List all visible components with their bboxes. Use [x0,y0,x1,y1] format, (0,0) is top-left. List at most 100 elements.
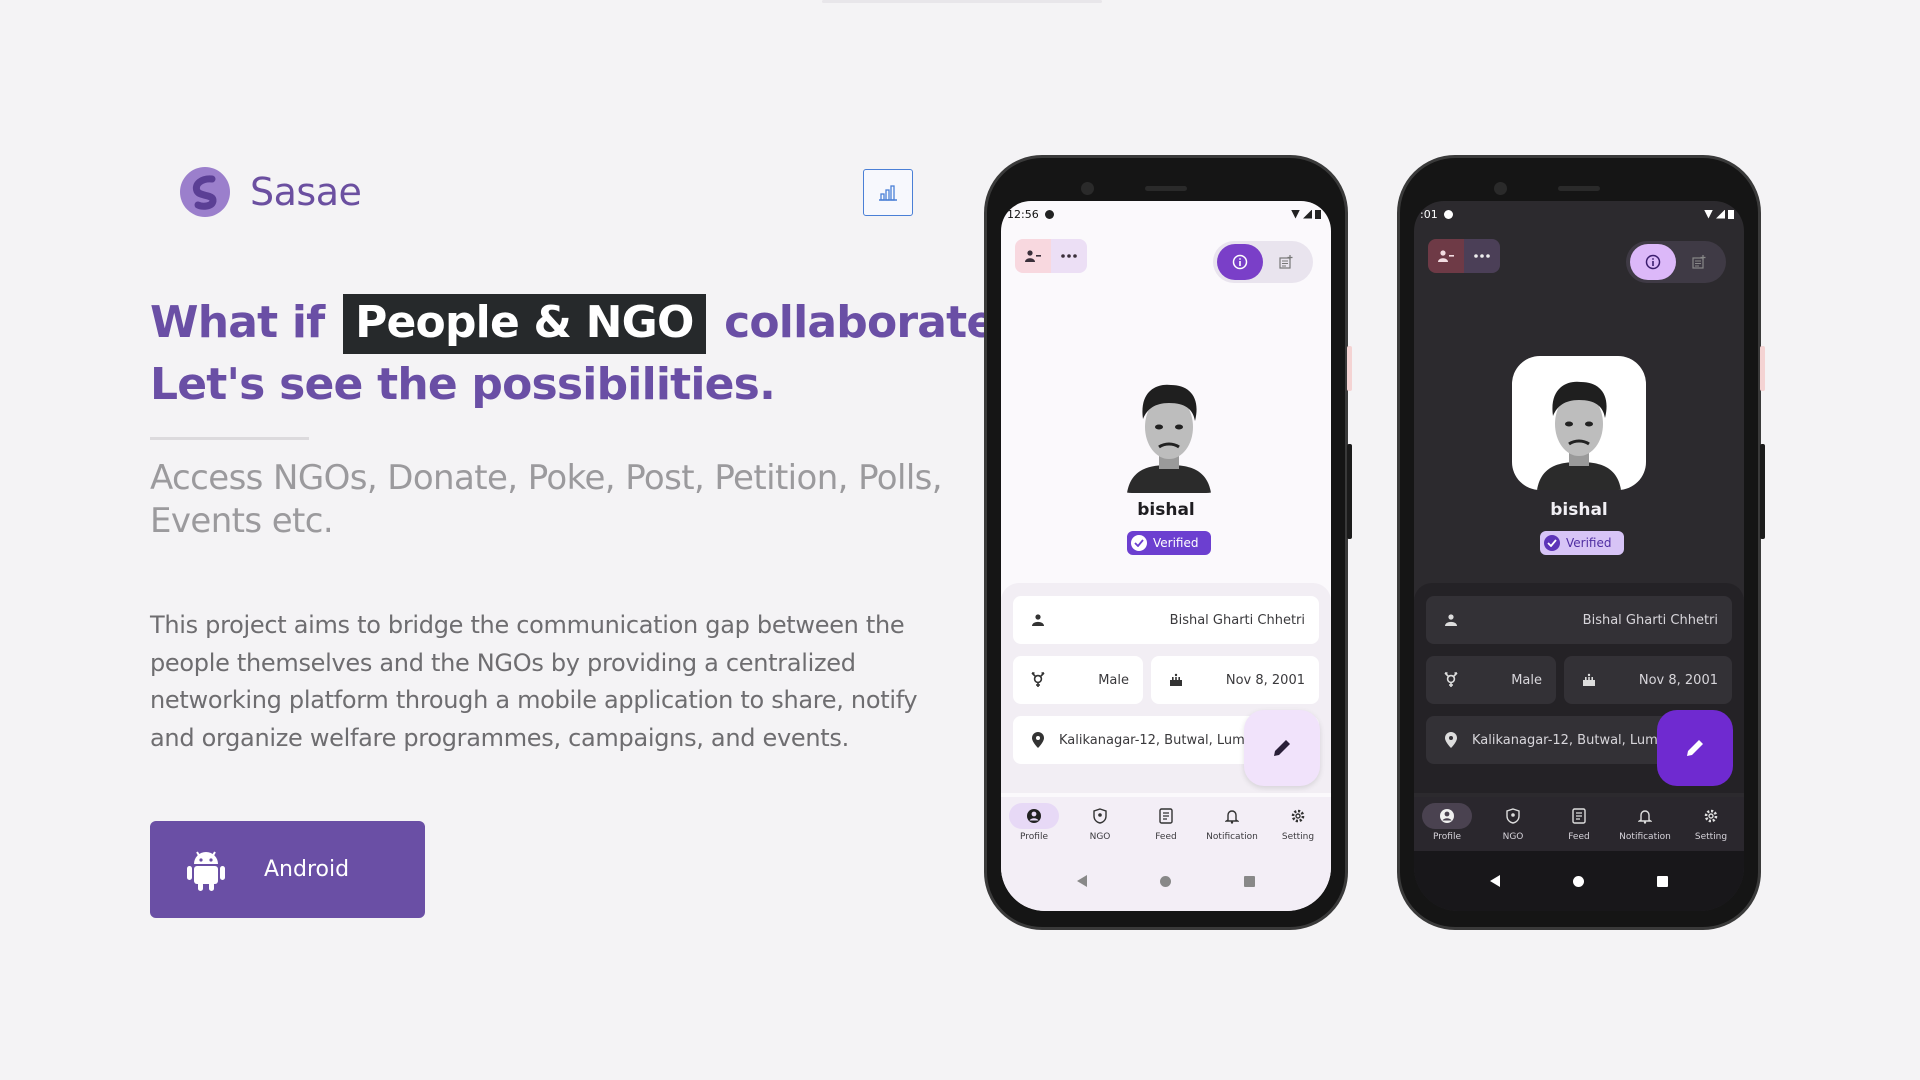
tagline: Access NGOs, Donate, Poke, Post, Petitio… [150,458,943,541]
phone-side-button [1760,444,1765,539]
battery-icon [1315,209,1321,219]
avatar[interactable] [1512,356,1646,490]
bar-chart-icon [879,184,897,201]
phone-mockup-dark: :01 bishal Verified Bishal Gharti Chhetr… [1397,155,1765,930]
verified-label: Verified [1153,536,1199,550]
profile-photo [1127,384,1211,493]
home-icon[interactable] [1159,875,1171,887]
nav-tab-ngo[interactable]: NGO [1480,797,1546,851]
gear-icon [1704,809,1718,823]
gender-card: Male [1426,656,1556,704]
nav-tab-feed[interactable]: Feed [1133,797,1199,851]
phone-side-button [1347,444,1352,539]
cake-icon [1167,671,1185,689]
address: Kalikanagar-12, Butwal, Lumb [1059,732,1254,748]
cake-icon [1580,671,1598,689]
edit-profile-button[interactable] [1657,710,1733,786]
system-navigation-bar [1414,851,1744,911]
full-name: Bishal Gharti Chhetri [1582,612,1718,628]
post-add-icon[interactable] [1263,255,1309,269]
profile-mode-toggle[interactable] [1015,239,1087,273]
full-name-card: Bishal Gharti Chhetri [1426,596,1732,644]
view-toggle[interactable] [1626,241,1726,283]
nav-label: Setting [1694,832,1728,842]
person-icon [1442,611,1460,629]
phone-side-button [1760,346,1765,391]
recent-apps-icon[interactable] [1243,875,1255,887]
profile-photo [1537,381,1621,490]
bottom-navigation: Profile NGO Feed Notification Setting [1001,797,1331,851]
phone-side-button [1347,346,1352,391]
bell-icon [1638,810,1652,824]
gender: Male [1511,672,1542,688]
nav-tab-ngo[interactable]: NGO [1067,797,1133,851]
nav-label: NGO [1089,832,1111,842]
more-horiz-icon[interactable] [1051,239,1087,273]
article-icon [1572,808,1586,824]
person-remove-icon[interactable] [1428,239,1464,273]
wifi-icon [1704,209,1713,219]
status-time: :01 [1420,207,1438,221]
nav-tab-profile[interactable]: Profile [1001,797,1067,851]
article-icon [1159,808,1173,824]
nav-tab-feed[interactable]: Feed [1546,797,1612,851]
sync-icon [1443,209,1453,219]
back-icon[interactable] [1077,875,1088,887]
signal-icon [1716,209,1725,219]
shield-icon [1093,808,1107,824]
person-remove-icon[interactable] [1015,239,1051,273]
nav-label: Profile [1433,832,1461,842]
edit-pencil-icon [1274,740,1290,756]
nav-tab-notification[interactable]: Notification [1199,797,1265,851]
android-icon [187,850,225,891]
username: bishal [1550,500,1608,520]
location-pin-icon [1029,731,1047,749]
full-name-card: Bishal Gharti Chhetri [1013,596,1319,644]
avatar[interactable] [1104,363,1234,493]
status-time: 12:56 [1007,207,1039,221]
birthday-card: Nov 8, 2001 [1151,656,1319,704]
gender-icon [1442,671,1460,689]
account-circle-icon [1027,809,1041,823]
view-toggle[interactable] [1213,241,1313,283]
top-divider [822,0,1102,3]
home-icon[interactable] [1572,875,1584,887]
profile-mode-toggle[interactable] [1428,239,1500,273]
wifi-icon [1291,209,1300,219]
section-divider [150,437,309,440]
post-add-icon[interactable] [1676,255,1722,269]
nav-tab-setting[interactable]: Setting [1678,797,1744,851]
info-icon[interactable] [1630,244,1676,280]
bottom-navigation: Profile NGO Feed Notification Setting [1414,797,1744,851]
edit-pencil-icon [1687,740,1703,756]
headline-prefix: What if [150,297,325,348]
chart-button[interactable] [863,169,913,216]
nav-tab-notification[interactable]: Notification [1612,797,1678,851]
check-circle-icon [1131,535,1147,551]
sync-icon [1044,209,1054,219]
headline-highlight: People & NGO [343,294,706,354]
edit-profile-button[interactable] [1244,710,1320,786]
info-icon[interactable] [1217,244,1263,280]
gender: Male [1098,672,1129,688]
phone-mockup-light: 12:56 bishal Verified Bishal Gharti Chhe… [984,155,1352,930]
username: bishal [1137,500,1195,520]
nav-tab-setting[interactable]: Setting [1265,797,1331,851]
more-horiz-icon[interactable] [1464,239,1500,273]
person-icon [1029,611,1047,629]
nav-label: Feed [1568,832,1590,842]
signal-icon [1303,209,1312,219]
date-of-birth: Nov 8, 2001 [1638,672,1718,688]
address: Kalikanagar-12, Butwal, Lumb [1472,732,1667,748]
brand-name: Sasae [250,170,362,214]
android-download-button[interactable]: Android [150,821,425,918]
phone-camera [1081,182,1094,195]
bell-icon [1225,810,1239,824]
brand[interactable]: Sasae [180,167,362,217]
recent-apps-icon[interactable] [1656,875,1668,887]
check-circle-icon [1544,535,1560,551]
back-icon[interactable] [1490,875,1501,887]
project-description: This project aims to bridge the communic… [150,611,918,752]
system-navigation-bar [1001,851,1331,911]
nav-tab-profile[interactable]: Profile [1414,797,1480,851]
